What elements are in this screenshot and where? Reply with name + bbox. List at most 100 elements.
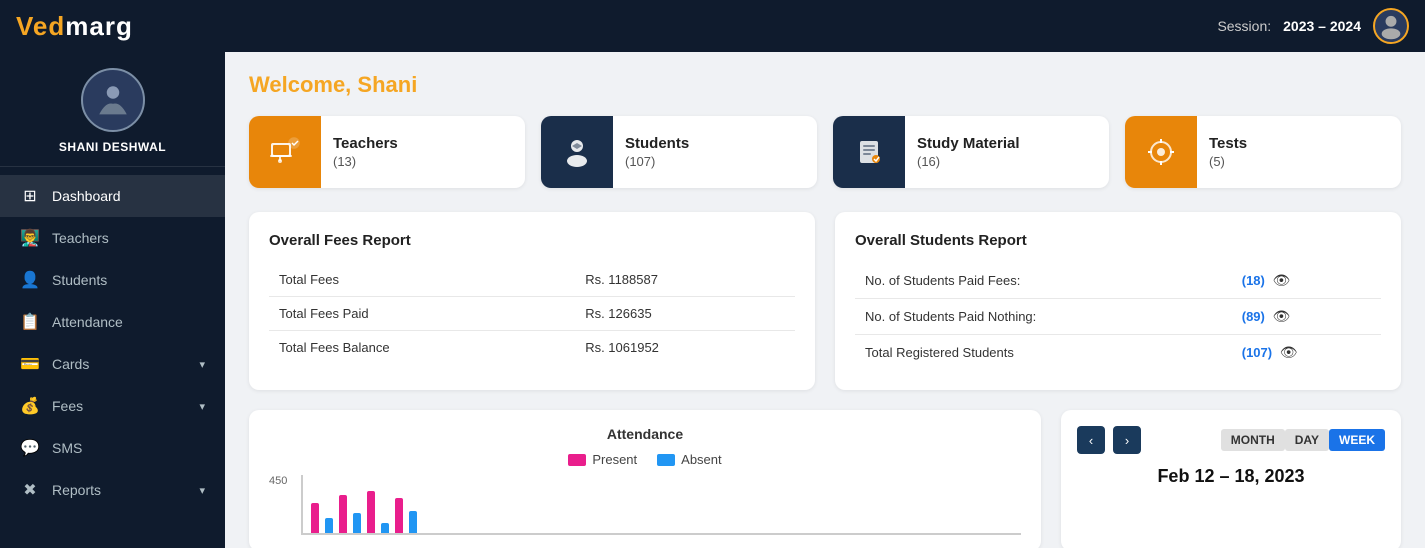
stat-card-tests[interactable]: Tests (5) xyxy=(1125,116,1401,188)
fees-report-table: Total FeesRs. 1188587Total Fees PaidRs. … xyxy=(269,263,795,364)
session-value: 2023 – 2024 xyxy=(1283,18,1361,34)
cal-header: ‹ › MONTHDAYWEEK xyxy=(1077,426,1385,454)
logo-suffix: marg xyxy=(65,11,133,41)
table-row: Total FeesRs. 1188587 xyxy=(269,263,795,297)
reports-row: Overall Fees Report Total FeesRs. 118858… xyxy=(249,212,1401,390)
y-axis-top: 450 xyxy=(269,475,287,487)
stat-text-study_material: Study Material (16) xyxy=(905,127,1032,177)
fees-report-card: Overall Fees Report Total FeesRs. 118858… xyxy=(249,212,815,390)
fees-row-label: Total Fees Paid xyxy=(269,297,575,331)
bar-absent-4 xyxy=(409,511,417,533)
sidebar-item-reports[interactable]: ✖ Reports ▾ xyxy=(0,469,225,511)
stat-card-teachers[interactable]: Teachers (13) xyxy=(249,116,525,188)
attendance-legend: Present Absent xyxy=(269,452,1021,467)
nav-icon-students: 👤 xyxy=(20,270,40,290)
user-avatar-header[interactable] xyxy=(1373,8,1409,44)
sidebar-item-fees[interactable]: 💰 Fees ▾ xyxy=(0,385,225,427)
top-header: Vedmarg Session: 2023 – 2024 xyxy=(0,0,1425,52)
fees-row-value: Rs. 126635 xyxy=(575,297,795,331)
cal-view-btn-month[interactable]: MONTH xyxy=(1221,429,1285,451)
bar-absent-2 xyxy=(353,513,361,533)
bar-absent-1 xyxy=(325,518,333,533)
students-report-table: No. of Students Paid Fees:(18) 👁No. of S… xyxy=(855,263,1381,370)
main-layout: SHANI DESHWAL ⊞ Dashboard 👨‍🏫 Teachers 👤… xyxy=(0,52,1425,548)
bar-present-3 xyxy=(367,491,375,533)
user-name: SHANI DESHWAL xyxy=(59,140,166,154)
sidebar-item-attendance[interactable]: 📋 Attendance xyxy=(0,301,225,343)
students-row-label: No. of Students Paid Nothing: xyxy=(855,299,1232,335)
bar-absent-3 xyxy=(381,523,389,533)
nav-icon-dashboard: ⊞ xyxy=(20,186,40,206)
nav-label-students: Students xyxy=(52,272,107,288)
cal-view-btn-day[interactable]: DAY xyxy=(1285,429,1329,451)
students-row-value: (107) 👁 xyxy=(1232,335,1381,371)
nav-icon-attendance: 📋 xyxy=(20,312,40,332)
stat-icon-study_material xyxy=(833,116,905,188)
eye-icon: 👁 xyxy=(1280,344,1298,360)
sidebar-item-teachers[interactable]: 👨‍🏫 Teachers xyxy=(0,217,225,259)
fees-row-value: Rs. 1061952 xyxy=(575,331,795,365)
cal-next-button[interactable]: › xyxy=(1113,426,1141,454)
legend-present: Present xyxy=(568,452,637,467)
sidebar-item-cards[interactable]: 💳 Cards ▾ xyxy=(0,343,225,385)
stat-label-students: Students xyxy=(625,135,689,152)
nav-icon-cards: 💳 xyxy=(20,354,40,374)
stat-card-study_material[interactable]: Study Material (16) xyxy=(833,116,1109,188)
sidebar-item-sms[interactable]: 💬 SMS xyxy=(0,427,225,469)
nav-label-cards: Cards xyxy=(52,356,89,372)
students-row-value: (18) 👁 xyxy=(1232,263,1381,299)
stat-icon-teachers xyxy=(249,116,321,188)
nav-icon-reports: ✖ xyxy=(20,480,40,500)
stat-count-tests: (5) xyxy=(1209,154,1247,169)
cal-prev-button[interactable]: ‹ xyxy=(1077,426,1105,454)
nav-label-dashboard: Dashboard xyxy=(52,188,121,204)
table-row: No. of Students Paid Fees:(18) 👁 xyxy=(855,263,1381,299)
fees-row-value: Rs. 1188587 xyxy=(575,263,795,297)
welcome-heading: Welcome, Shani xyxy=(249,72,1401,98)
stat-text-students: Students (107) xyxy=(613,127,701,177)
nav-label-teachers: Teachers xyxy=(52,230,109,246)
stat-text-tests: Tests (5) xyxy=(1197,127,1259,177)
legend-absent: Absent xyxy=(657,452,721,467)
chevron-cards: ▾ xyxy=(199,358,205,371)
fees-report-title: Overall Fees Report xyxy=(269,232,795,249)
bar-present-4 xyxy=(395,498,403,533)
stat-label-study_material: Study Material xyxy=(917,135,1020,152)
sidebar-user: SHANI DESHWAL xyxy=(0,52,225,167)
logo-prefix: Ved xyxy=(16,11,65,41)
bar-present-1 xyxy=(311,503,319,533)
sidebar-item-students[interactable]: 👤 Students xyxy=(0,259,225,301)
students-report-card: Overall Students Report No. of Students … xyxy=(835,212,1401,390)
nav-label-sms: SMS xyxy=(52,440,82,456)
nav-icon-sms: 💬 xyxy=(20,438,40,458)
stat-label-tests: Tests xyxy=(1209,135,1247,152)
students-row-value: (89) 👁 xyxy=(1232,299,1381,335)
content-area: Welcome, Shani Teachers (13) Students (1… xyxy=(225,52,1425,548)
stat-count-teachers: (13) xyxy=(333,154,398,169)
table-row: Total Fees PaidRs. 126635 xyxy=(269,297,795,331)
attendance-card: Attendance Present Absent 450 xyxy=(249,410,1041,548)
nav-icon-teachers: 👨‍🏫 xyxy=(20,228,40,248)
nav-label-fees: Fees xyxy=(52,398,83,414)
students-row-label: Total Registered Students xyxy=(855,335,1232,371)
students-report-title: Overall Students Report xyxy=(855,232,1381,249)
eye-icon: 👁 xyxy=(1273,272,1291,288)
stat-count-students: (107) xyxy=(625,154,689,169)
absent-label: Absent xyxy=(681,452,721,467)
present-dot xyxy=(568,454,586,466)
session-label: Session: xyxy=(1217,18,1271,34)
stat-label-teachers: Teachers xyxy=(333,135,398,152)
stat-card-students[interactable]: Students (107) xyxy=(541,116,817,188)
bar-present-2 xyxy=(339,495,347,533)
stat-count-study_material: (16) xyxy=(917,154,1020,169)
stat-icon-students xyxy=(541,116,613,188)
cal-view-btn-week[interactable]: WEEK xyxy=(1329,429,1385,451)
absent-dot xyxy=(657,454,675,466)
stat-icon-tests xyxy=(1125,116,1197,188)
user-avatar xyxy=(81,68,145,132)
cal-view-buttons: MONTHDAYWEEK xyxy=(1221,429,1385,451)
students-row-label: No. of Students Paid Fees: xyxy=(855,263,1232,299)
chevron-reports: ▾ xyxy=(199,484,205,497)
table-row: Total Fees BalanceRs. 1061952 xyxy=(269,331,795,365)
sidebar-item-dashboard[interactable]: ⊞ Dashboard xyxy=(0,175,225,217)
